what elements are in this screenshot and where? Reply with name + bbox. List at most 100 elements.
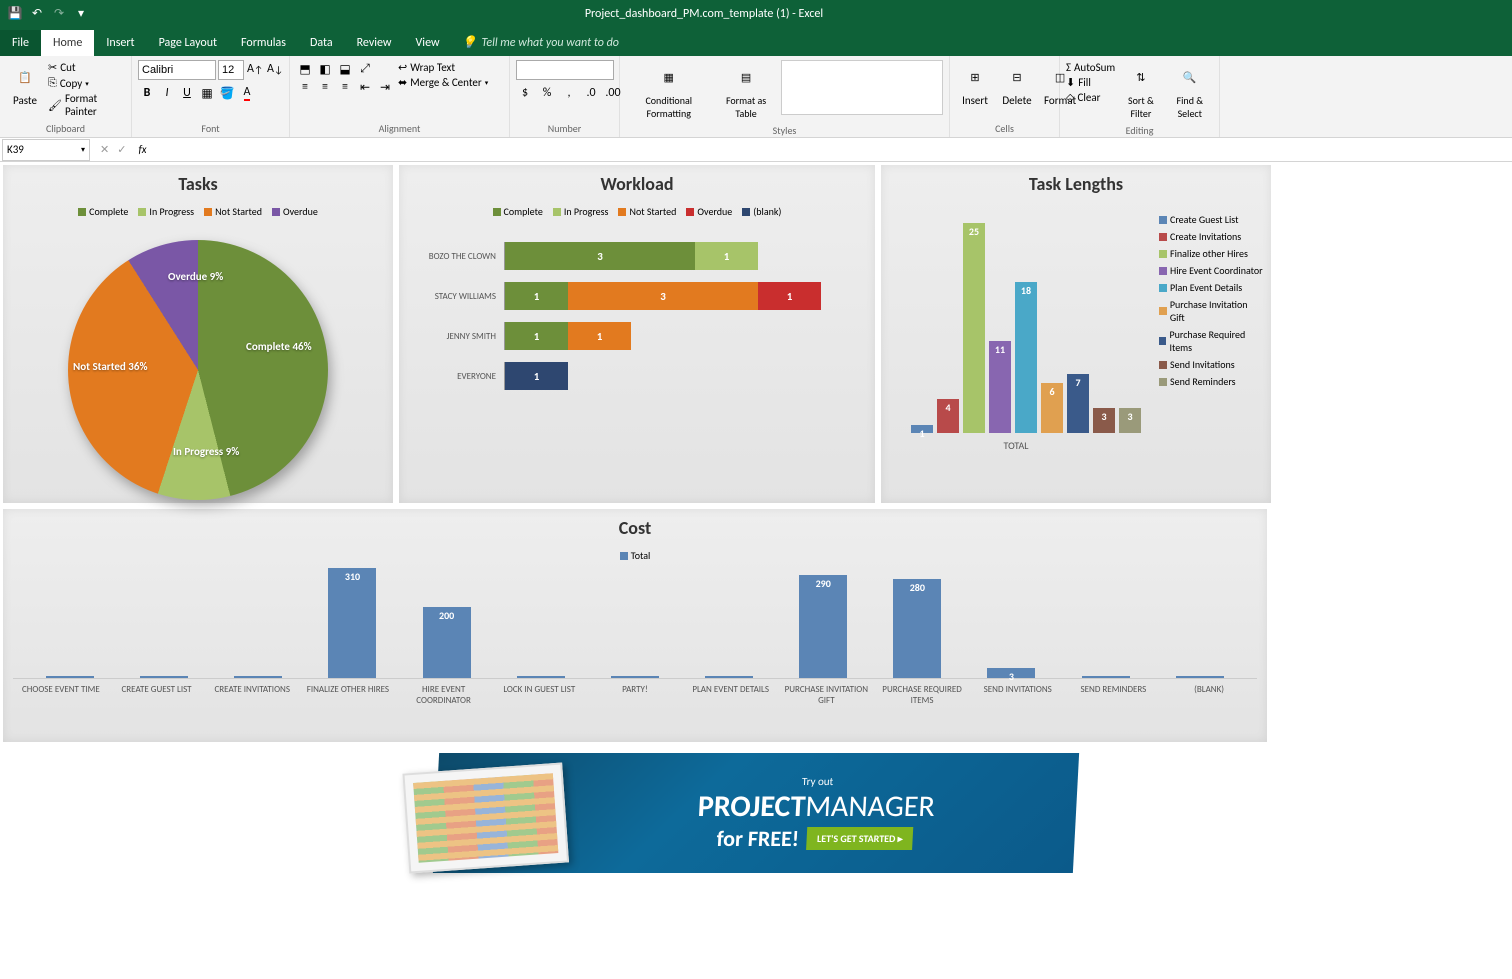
cost-bar (705, 676, 753, 678)
tasks-legend: Complete In Progress Not Started Overdue (3, 203, 393, 220)
task-length-legend-item: Plan Event Details (1159, 281, 1263, 294)
font-color-button[interactable]: A (238, 84, 256, 102)
cells-label: Cells (956, 120, 1053, 135)
name-box[interactable]: K39▾ (2, 139, 90, 161)
cost-x-label: CREATE GUEST LIST (112, 684, 202, 706)
format-as-table-button[interactable]: ▤ Format as Table (716, 60, 777, 122)
quick-access-toolbar: 💾 ↶ ↷ ▾ (0, 7, 96, 21)
cell-styles-gallery[interactable] (781, 60, 943, 115)
banner-title: PROJECTMANAGER (697, 788, 936, 825)
tab-formulas[interactable]: Formulas (229, 30, 298, 56)
increase-indent-icon[interactable]: ⇥ (376, 78, 394, 96)
align-right-icon[interactable]: ≡ (336, 78, 354, 96)
formula-input[interactable] (151, 140, 1512, 160)
align-top-icon[interactable]: ⬒ (296, 60, 314, 78)
workload-segment: 3 (505, 242, 695, 270)
tell-me-search[interactable]: 💡 Tell me what you want to do (452, 29, 629, 56)
underline-button[interactable]: U (178, 84, 196, 102)
tab-home[interactable]: Home (41, 30, 94, 56)
group-alignment: ⬒ ◧ ⬓ ⤢ ≡ ≡ ≡ ⇤ ⇥ ↩Wrap Text ⬌Merge & Ce… (290, 56, 510, 137)
clear-button[interactable]: ◇Clear (1066, 90, 1115, 105)
sigma-icon: Σ (1066, 61, 1071, 74)
sort-icon: ⇅ (1126, 62, 1156, 92)
banner-subtitle: for FREE! LET'S GET STARTED ▸ (716, 825, 913, 852)
cost-bar (517, 676, 565, 678)
banner-cta-button[interactable]: LET'S GET STARTED ▸ (806, 827, 913, 850)
delete-cells-button[interactable]: ⊟Delete (998, 60, 1036, 109)
redo-icon[interactable]: ↷ (52, 7, 66, 21)
cut-button[interactable]: ✂Cut (48, 60, 125, 75)
percent-button[interactable]: % (538, 84, 556, 102)
task-length-bar: 3 (1119, 408, 1141, 433)
chevron-down-icon: ▾ (85, 79, 89, 88)
workload-row-label: EVERYONE (409, 371, 504, 382)
tab-data[interactable]: Data (298, 30, 345, 56)
comma-button[interactable]: , (560, 84, 578, 102)
paste-button[interactable]: 📋 Paste (6, 60, 44, 109)
increase-font-icon[interactable]: A↑ (246, 60, 264, 78)
customize-qat-icon[interactable]: ▾ (74, 7, 88, 21)
format-painter-button[interactable]: 🖌Format Painter (48, 91, 125, 119)
task-length-bar: 25 (963, 223, 985, 433)
brush-icon: 🖌 (48, 99, 62, 112)
cost-x-label: SEND INVITATIONS (973, 684, 1063, 706)
tasks-pie-chart[interactable]: Complete 46% In Progress 9% Not Started … (28, 220, 368, 500)
workload-title: Workload (399, 165, 875, 203)
alignment-label: Alignment (296, 120, 503, 135)
workload-row-label: BOZO THE CLOWN (409, 251, 504, 262)
cost-bar: 310 (328, 568, 376, 678)
find-select-button[interactable]: 🔍Find & Select (1167, 60, 1213, 122)
border-button[interactable]: ▦ (198, 84, 216, 102)
promo-banner[interactable]: Try out PROJECTMANAGER for FREE! LET'S G… (433, 753, 1079, 873)
align-left-icon[interactable]: ≡ (296, 78, 314, 96)
cost-x-label: (BLANK) (1164, 684, 1254, 706)
increase-decimal-button[interactable]: .0 (582, 84, 600, 102)
italic-button[interactable]: I (158, 84, 176, 102)
font-name-select[interactable] (138, 60, 216, 80)
tab-view[interactable]: View (404, 30, 452, 56)
align-bottom-icon[interactable]: ⬓ (336, 60, 354, 78)
task-length-legend-item: Create Invitations (1159, 230, 1263, 243)
workload-row: STACY WILLIAMS131 (409, 282, 845, 310)
copy-button[interactable]: ⎘Copy▾ (48, 75, 125, 91)
fill-button[interactable]: ⬇Fill (1066, 75, 1115, 90)
workload-legend: Complete In Progress Not Started Overdue… (399, 203, 875, 220)
align-center-icon[interactable]: ≡ (316, 78, 334, 96)
conditional-formatting-button[interactable]: ▦ Conditional Formatting (626, 60, 712, 122)
cost-chart-panel: Cost Total 3102002902803 CHOOSE EVENT TI… (2, 508, 1268, 743)
fill-color-button[interactable]: 🪣 (218, 84, 236, 102)
autosum-button[interactable]: ΣAutoSum (1066, 60, 1115, 75)
decrease-indent-icon[interactable]: ⇤ (356, 78, 374, 96)
cost-bar: 280 (893, 579, 941, 678)
task-lengths-title: Task Lengths (881, 165, 1271, 203)
save-icon[interactable]: 💾 (8, 7, 22, 21)
tab-insert[interactable]: Insert (94, 30, 146, 56)
align-middle-icon[interactable]: ◧ (316, 60, 334, 78)
task-lengths-chart[interactable]: 142511186733 (881, 203, 1151, 433)
currency-button[interactable]: $ (516, 84, 534, 102)
bold-button[interactable]: B (138, 84, 156, 102)
cancel-formula-icon[interactable]: ✕ (100, 143, 109, 156)
fx-icon[interactable]: fx (134, 143, 150, 156)
merge-center-button[interactable]: ⬌Merge & Center▾ (398, 75, 488, 90)
tab-page-layout[interactable]: Page Layout (147, 30, 229, 56)
undo-icon[interactable]: ↶ (30, 7, 44, 21)
wrap-text-button[interactable]: ↩Wrap Text (398, 60, 488, 75)
number-format-select[interactable] (516, 60, 614, 80)
font-size-select[interactable] (218, 60, 244, 80)
decrease-font-icon[interactable]: A↓ (266, 60, 284, 78)
task-length-legend-item: Finalize other Hires (1159, 247, 1263, 260)
orientation-icon[interactable]: ⤢ (356, 60, 374, 78)
tab-file[interactable]: File (0, 30, 41, 56)
cost-bar-chart[interactable]: 3102002902803 (13, 564, 1257, 679)
task-length-bar: 6 (1041, 383, 1063, 433)
workload-row-label: JENNY SMITH (409, 331, 504, 342)
task-length-bar: 3 (1093, 408, 1115, 433)
sort-filter-button[interactable]: ⇅Sort & Filter (1119, 60, 1162, 122)
tab-review[interactable]: Review (345, 30, 404, 56)
cost-x-label: HIRE EVENT COORDINATOR (399, 684, 489, 706)
workload-bar-chart[interactable]: BOZO THE CLOWN31STACY WILLIAMS131JENNY S… (399, 220, 875, 412)
task-lengths-legend: Create Guest ListCreate InvitationsFinal… (1151, 203, 1271, 503)
enter-formula-icon[interactable]: ✓ (117, 143, 126, 156)
insert-cells-button[interactable]: ⊞Insert (956, 60, 994, 109)
